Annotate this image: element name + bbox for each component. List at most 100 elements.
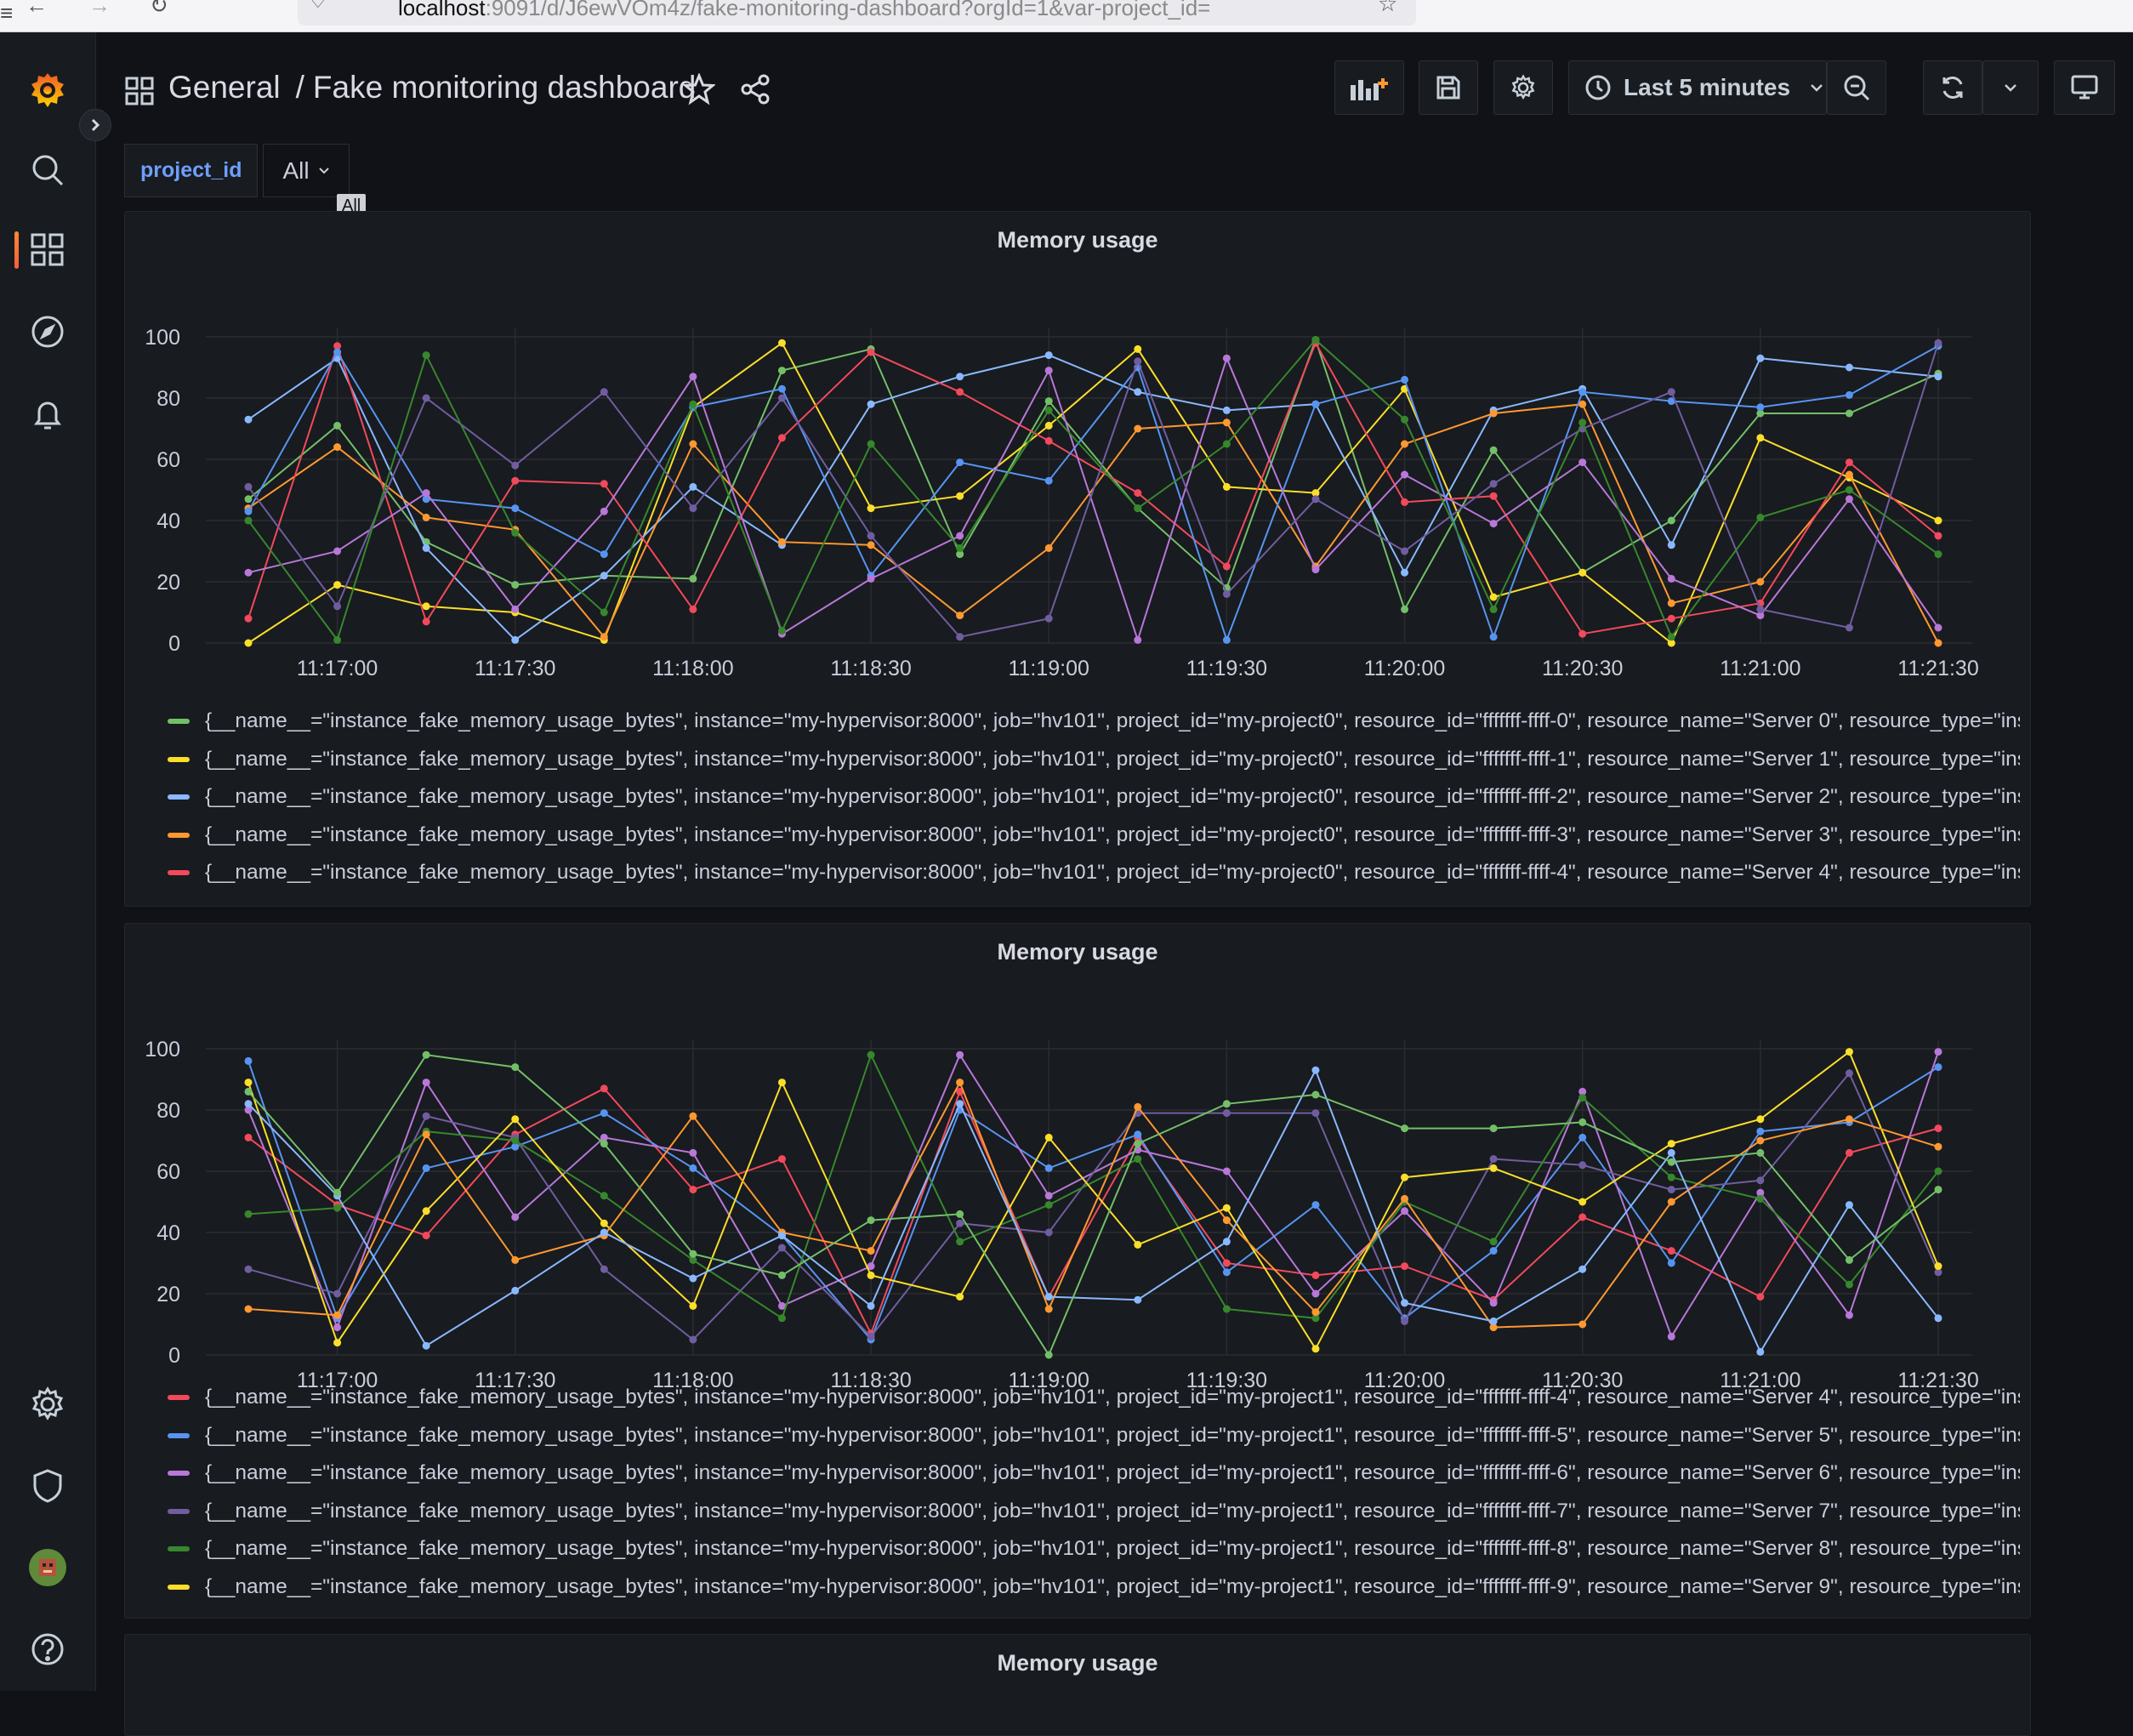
data-point[interactable] — [1845, 495, 1853, 504]
data-point[interactable] — [1222, 589, 1231, 598]
data-point[interactable] — [1667, 1259, 1675, 1267]
forward-icon[interactable]: → — [88, 0, 111, 16]
data-point[interactable] — [600, 507, 608, 515]
data-point[interactable] — [867, 440, 875, 448]
data-point[interactable] — [1134, 388, 1142, 396]
data-point[interactable] — [1401, 375, 1409, 384]
data-point[interactable] — [1044, 1164, 1053, 1172]
data-point[interactable] — [333, 547, 342, 555]
dashboard-settings-button[interactable] — [1493, 60, 1553, 115]
data-point[interactable] — [600, 608, 608, 617]
data-point[interactable] — [244, 507, 253, 515]
data-point[interactable] — [1044, 397, 1053, 406]
data-point[interactable] — [1489, 1164, 1498, 1172]
data-point[interactable] — [1401, 1317, 1409, 1325]
data-point[interactable] — [511, 1063, 520, 1072]
data-point[interactable] — [689, 504, 697, 513]
data-point[interactable] — [956, 532, 964, 540]
data-point[interactable] — [422, 1130, 430, 1139]
breadcrumb-folder[interactable]: General — [168, 70, 281, 105]
data-point[interactable] — [1667, 633, 1675, 641]
data-point[interactable] — [1401, 1173, 1409, 1181]
data-point[interactable] — [1578, 388, 1587, 396]
data-point[interactable] — [1845, 363, 1853, 372]
data-point[interactable] — [1401, 1124, 1409, 1133]
data-point[interactable] — [1311, 566, 1320, 574]
data-point[interactable] — [1756, 354, 1765, 362]
data-point[interactable] — [244, 1210, 253, 1218]
data-point[interactable] — [1845, 1048, 1853, 1056]
data-point[interactable] — [511, 635, 520, 644]
data-point[interactable] — [1934, 1124, 1942, 1133]
data-point[interactable] — [1845, 1311, 1853, 1319]
data-point[interactable] — [689, 1335, 697, 1344]
data-point[interactable] — [956, 1219, 964, 1227]
time-range-picker[interactable]: Last 5 minutes — [1568, 60, 1827, 115]
data-point[interactable] — [1134, 1102, 1142, 1111]
data-point[interactable] — [511, 461, 520, 470]
data-point[interactable] — [867, 574, 875, 583]
panel-memory-usage-3[interactable]: Memory usage — [124, 1634, 2031, 1736]
data-point[interactable] — [511, 1255, 520, 1264]
legend-item[interactable]: {__name__="instance_fake_memory_usage_by… — [168, 854, 2022, 892]
data-point[interactable] — [956, 1238, 964, 1246]
data-point[interactable] — [600, 1140, 608, 1148]
data-point[interactable] — [1667, 541, 1675, 549]
data-point[interactable] — [422, 394, 430, 402]
bookmark-star-icon[interactable]: ☆ — [1378, 0, 1397, 14]
data-point[interactable] — [1578, 1265, 1587, 1273]
series-line[interactable] — [247, 341, 1939, 645]
data-point[interactable] — [1134, 1130, 1142, 1139]
data-point[interactable] — [1311, 1090, 1320, 1099]
data-point[interactable] — [1222, 1167, 1231, 1175]
data-point[interactable] — [1578, 1320, 1587, 1329]
data-point[interactable] — [511, 504, 520, 513]
data-point[interactable] — [1489, 1155, 1498, 1164]
data-point[interactable] — [333, 581, 342, 589]
data-point[interactable] — [244, 516, 253, 525]
data-point[interactable] — [1934, 1048, 1942, 1056]
data-point[interactable] — [1401, 605, 1409, 613]
data-point[interactable] — [1756, 605, 1765, 613]
data-point[interactable] — [1311, 1308, 1320, 1317]
data-point[interactable] — [777, 1314, 786, 1323]
data-point[interactable] — [422, 1232, 430, 1240]
data-point[interactable] — [244, 482, 253, 491]
data-point[interactable] — [333, 1289, 342, 1298]
data-point[interactable] — [777, 384, 786, 393]
alerting-bell-icon[interactable] — [24, 390, 71, 437]
data-point[interactable] — [1489, 409, 1498, 418]
legend-item[interactable]: {__name__="instance_fake_memory_usage_by… — [168, 741, 2022, 779]
data-point[interactable] — [600, 633, 608, 641]
data-point[interactable] — [1134, 1140, 1142, 1148]
data-point[interactable] — [1934, 1063, 1942, 1072]
data-point[interactable] — [600, 1228, 608, 1237]
data-point[interactable] — [867, 1332, 875, 1340]
data-point[interactable] — [422, 1050, 430, 1059]
data-point[interactable] — [1578, 629, 1587, 638]
data-point[interactable] — [1756, 1127, 1765, 1136]
data-point[interactable] — [1578, 1118, 1587, 1126]
data-point[interactable] — [333, 635, 342, 644]
data-point[interactable] — [600, 572, 608, 580]
data-point[interactable] — [1134, 1240, 1142, 1249]
data-point[interactable] — [1756, 1148, 1765, 1157]
data-point[interactable] — [1044, 544, 1053, 552]
data-point[interactable] — [422, 351, 430, 360]
data-point[interactable] — [244, 639, 253, 647]
data-point[interactable] — [956, 1210, 964, 1218]
data-point[interactable] — [689, 1148, 697, 1157]
data-point[interactable] — [422, 1079, 430, 1087]
data-point[interactable] — [1222, 482, 1231, 491]
data-point[interactable] — [1222, 406, 1231, 414]
data-point[interactable] — [600, 1192, 608, 1200]
data-point[interactable] — [333, 443, 342, 452]
series-line[interactable] — [247, 1050, 1939, 1351]
data-point[interactable] — [1667, 614, 1675, 623]
data-point[interactable] — [777, 394, 786, 402]
data-point[interactable] — [956, 492, 964, 500]
data-point[interactable] — [1044, 351, 1053, 360]
data-point[interactable] — [777, 434, 786, 442]
data-point[interactable] — [1222, 1268, 1231, 1277]
data-point[interactable] — [422, 1164, 430, 1172]
